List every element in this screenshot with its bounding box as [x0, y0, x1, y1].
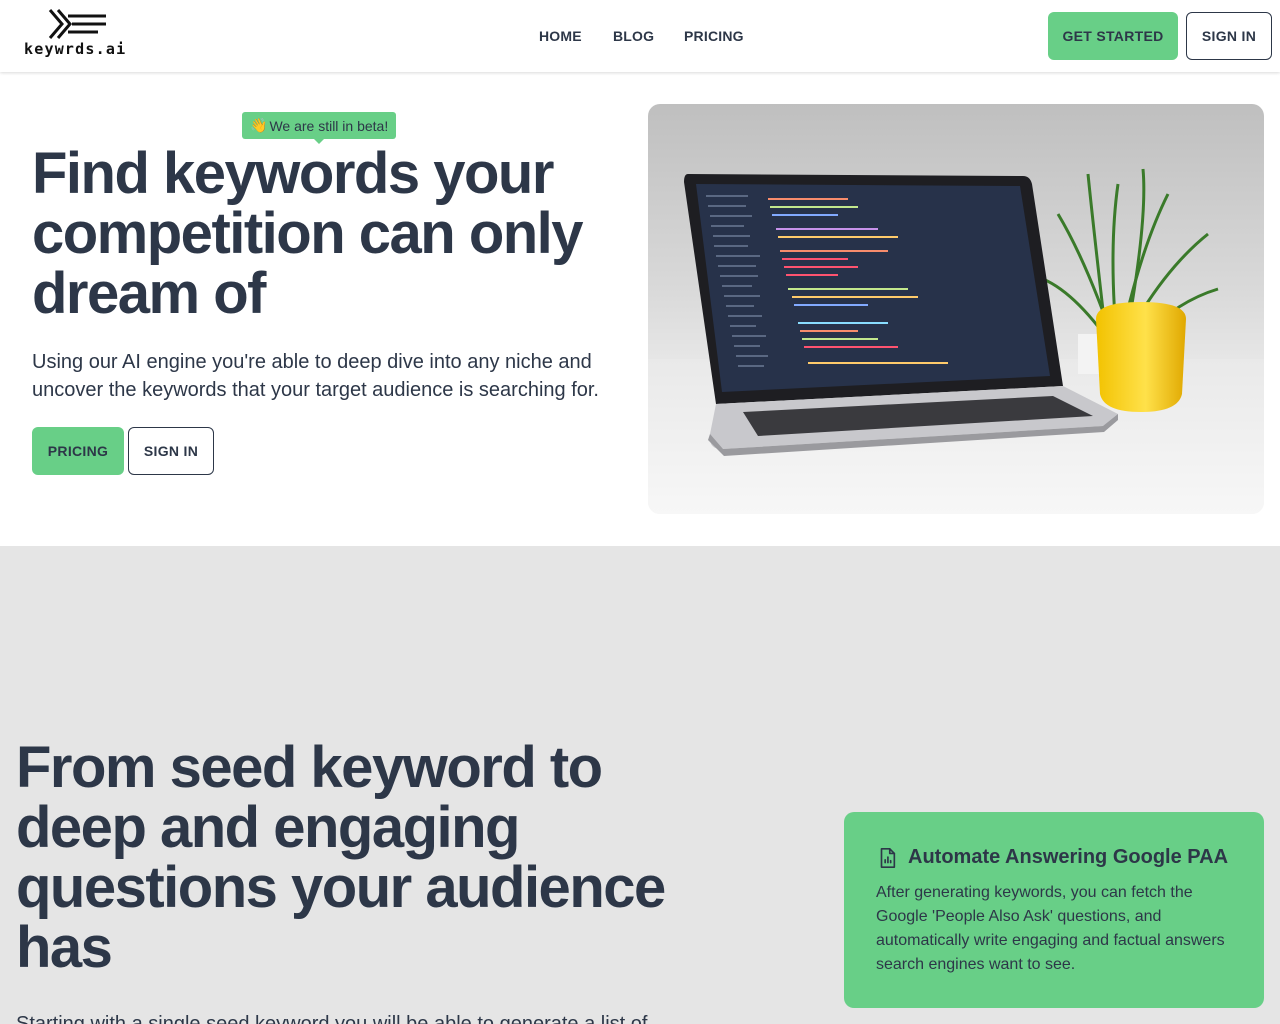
logo-text: keywrds.ai	[24, 40, 127, 58]
laptop-illustration	[648, 168, 1264, 514]
section-subtitle: Starting with a single seed keyword you …	[16, 1013, 648, 1024]
header-sign-in-button[interactable]: SIGN IN	[1186, 12, 1272, 60]
logo-mark-icon	[48, 9, 106, 39]
beta-badge-label: We are still in beta!	[269, 117, 389, 134]
hero-subtitle: Using our AI engine you're able to deep …	[32, 351, 599, 401]
hero-pricing-button[interactable]: PRICING	[32, 427, 124, 475]
nav-home[interactable]: HOME	[539, 28, 582, 44]
feature-card-paa: Automate Answering Google PAA After gene…	[844, 812, 1264, 1008]
logo[interactable]: keywrds.ai	[24, 8, 134, 60]
nav-blog[interactable]: BLOG	[613, 28, 654, 44]
feature-card-title: Automate Answering Google PAA	[908, 846, 1229, 868]
document-chart-icon	[880, 847, 896, 868]
get-started-button[interactable]: GET STARTED	[1048, 12, 1178, 60]
nav-pricing[interactable]: PRICING	[684, 28, 744, 44]
site-header: keywrds.ai HOME BLOG PRICING GET STARTED…	[0, 0, 1280, 72]
hero-title: Find keywords your competition can only …	[32, 141, 584, 326]
feature-card-header: Automate Answering Google PAA	[876, 846, 1232, 869]
hero-laptop-image	[648, 104, 1264, 514]
feature-card-body: After generating keywords, you can fetch…	[876, 884, 1225, 973]
waving-hand-icon: 👋	[250, 117, 268, 133]
beta-badge: 👋 We are still in beta!	[242, 112, 397, 144]
section-title: From seed keyword to deep and engaging q…	[16, 735, 666, 980]
hero-sign-in-button[interactable]: SIGN IN	[128, 427, 214, 475]
